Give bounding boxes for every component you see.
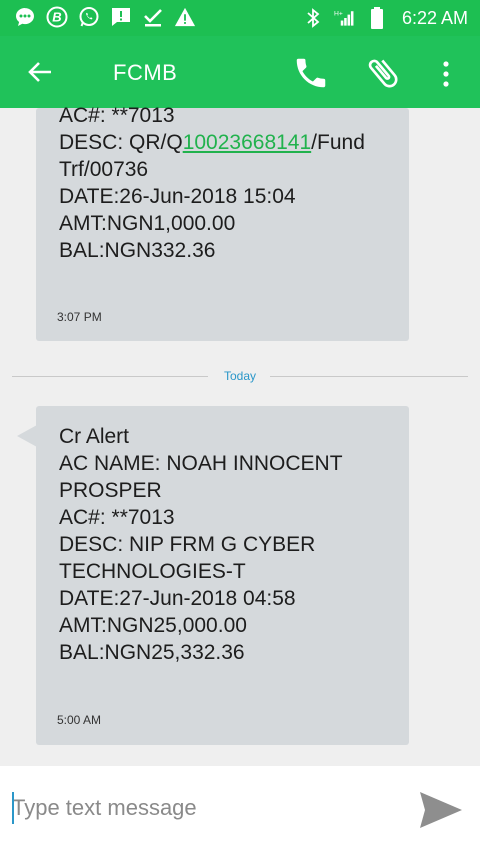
attach-button[interactable] [360, 50, 406, 96]
signal-icon: H+ [334, 7, 356, 29]
date-divider-label: Today [223, 369, 257, 383]
back-button[interactable] [22, 56, 58, 88]
message-bubble[interactable]: Cr Alert AC NAME: NOAH INNOCENT PROSPER … [36, 406, 409, 745]
message-text: AC#: **7013 DESC: QR/Q10023668141/Fund T… [59, 104, 365, 262]
conversation-title: FCMB [113, 60, 178, 85]
whatsapp-icon [78, 6, 100, 28]
more-vertical-icon [443, 61, 449, 87]
status-bar: B H+ 6:22 AM [0, 0, 480, 36]
call-button[interactable] [288, 50, 334, 96]
phone-number-link[interactable]: 10023668141 [183, 131, 311, 154]
send-button[interactable] [416, 788, 466, 832]
svg-text:B: B [52, 10, 61, 25]
message-timestamp: 3:07 PM [57, 310, 102, 324]
compose-bar [0, 766, 480, 854]
b-circle-icon: B [46, 6, 68, 28]
more-options-button[interactable] [432, 54, 460, 94]
app-bar: FCMB [0, 36, 480, 108]
message-alert-icon [110, 6, 132, 28]
phone-icon [296, 58, 326, 88]
check-icon [142, 6, 164, 28]
message-text: Cr Alert AC NAME: NOAH INNOCENT PROSPER … [59, 425, 343, 664]
warning-icon [174, 6, 196, 28]
chat-bubble-icon [14, 6, 36, 28]
send-icon [420, 792, 462, 828]
battery-icon [366, 7, 388, 29]
clock: 6:22 AM [401, 7, 468, 28]
message-bubble[interactable]: AC#: **7013 DESC: QR/Q10023668141/Fund T… [36, 104, 409, 341]
text-cursor [12, 792, 14, 824]
bubble-tail [17, 425, 37, 447]
message-timestamp: 5:00 AM [57, 713, 102, 727]
message-input[interactable] [12, 788, 392, 828]
paperclip-icon [368, 59, 398, 88]
svg-text:H+: H+ [334, 10, 343, 17]
arrow-left-icon [28, 62, 51, 82]
bluetooth-icon [302, 7, 324, 29]
